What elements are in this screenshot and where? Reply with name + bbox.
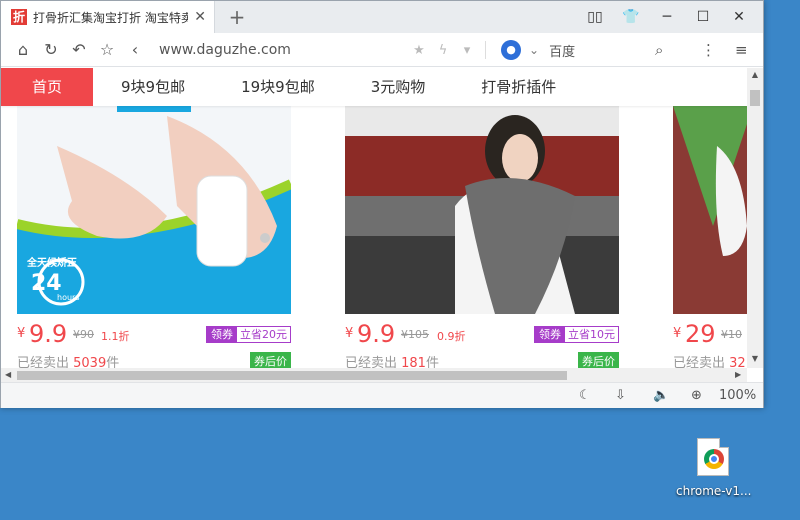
price-line: ¥ 9.9 ¥105 0.9折 领券 立省10元	[345, 320, 619, 348]
image-text-line1: 全天候矫正	[26, 256, 77, 269]
product-card[interactable]: ¥ 9.9 ¥105 0.9折 领券 立省10元 已经卖出 181件 券后价	[345, 106, 619, 368]
currency-symbol: ¥	[17, 326, 26, 341]
horizontal-scrollbar[interactable]: ◀ ▶	[1, 368, 747, 382]
more-options-icon[interactable]: ⋮	[701, 33, 716, 67]
file-document-icon	[697, 438, 729, 476]
search-engine-selector[interactable]: ● ⌄ 百度	[501, 33, 575, 67]
browser-window: 折 打骨折汇集淘宝打折 淘宝特卖 ✕ + ▯▯ 👕 ─ ☐ ✕ ⌂ ↻ ↶ ☆ …	[0, 0, 764, 408]
search-engine-name: 百度	[549, 44, 576, 60]
zoom-icon[interactable]: ⊕	[691, 383, 702, 409]
coupon-value: 立省10元	[568, 328, 615, 341]
favorite-star-icon[interactable]: ☆	[93, 40, 121, 59]
coupon-value: 立省20元	[240, 328, 287, 341]
tab-list-icon[interactable]: ▯▯	[577, 9, 613, 25]
product-image[interactable]	[345, 106, 619, 314]
hamburger-menu-icon[interactable]: ≡	[735, 33, 748, 67]
zoom-level[interactable]: 100%	[719, 383, 756, 409]
coupon-badge[interactable]: 领券 立省20元	[206, 326, 291, 343]
sold-prefix: 已经卖出	[345, 356, 402, 368]
sold-count: 32	[729, 356, 746, 368]
site-nav: 首页 9块9包邮 19块9包邮 3元购物 打骨折插件	[1, 68, 747, 106]
back-icon[interactable]: ‹	[121, 40, 149, 59]
discount-rate: 1.1折	[101, 330, 130, 343]
title-bar: 折 打骨折汇集淘宝打折 淘宝特卖 ✕ + ▯▯ 👕 ─ ☐ ✕	[1, 1, 763, 33]
tab-close-icon[interactable]: ✕	[194, 9, 206, 25]
sold-count: 181	[401, 356, 426, 368]
sold-prefix: 已经卖出	[17, 356, 74, 368]
sold-line: 已经卖出 5039件 券后价	[17, 352, 291, 368]
baidu-paw-icon: ●	[501, 40, 521, 60]
skin-shirt-icon[interactable]: 👕	[613, 9, 649, 25]
lightning-icon[interactable]: ϟ	[431, 43, 455, 58]
nav-item-9-9[interactable]: 9块9包邮	[93, 68, 213, 106]
product-card[interactable]: 全天候矫正 24 hours ¥ 9.9 ¥90 1.1折 领券 立省20元 已…	[17, 106, 291, 368]
price-line: ¥ 29 ¥10	[673, 320, 747, 348]
desktop-file-icon[interactable]: chrome-v1...	[676, 438, 752, 498]
address-bar[interactable]: www.daguzhe.com	[159, 42, 359, 58]
night-mode-icon[interactable]: ☾	[579, 383, 591, 409]
scroll-right-icon[interactable]: ▶	[735, 368, 741, 382]
chrome-icon	[704, 449, 724, 469]
window-controls: ▯▯ 👕 ─ ☐ ✕	[577, 1, 757, 33]
file-fold-corner	[719, 438, 729, 448]
scroll-up-icon[interactable]: ▲	[747, 70, 763, 79]
vertical-scroll-thumb[interactable]	[750, 90, 760, 106]
sold-count: 5039	[73, 356, 107, 368]
original-price: ¥10	[721, 328, 742, 341]
status-bar: ☾ ⇩ 🔈 ⊕ 100%	[1, 382, 763, 408]
discount-rate: 0.9折	[437, 330, 466, 343]
desktop-file-label: chrome-v1...	[676, 484, 752, 498]
sold-suffix: 件	[425, 356, 439, 368]
currency-symbol: ¥	[345, 326, 354, 341]
coupon-badge[interactable]: 领券 立省10元	[534, 326, 619, 343]
dropdown-arrow-icon[interactable]: ▾	[455, 43, 479, 58]
page-viewport: 首页 9块9包邮 19块9包邮 3元购物 打骨折插件 全天候矫正 24 hour…	[1, 68, 747, 368]
sold-prefix: 已经卖出	[673, 356, 730, 368]
product-image[interactable]	[673, 106, 747, 314]
site-favicon-icon: 折	[11, 9, 27, 25]
horizontal-scroll-thumb[interactable]	[17, 371, 567, 380]
after-coupon-badge: 券后价	[250, 352, 291, 368]
new-tab-button[interactable]: +	[225, 5, 249, 29]
toolbar-divider	[485, 41, 486, 59]
download-icon[interactable]: ⇩	[615, 383, 626, 409]
after-coupon-badge: 券后价	[578, 352, 619, 368]
address-toolbar: ⌂ ↻ ↶ ☆ ‹ www.daguzhe.com ★ ϟ ▾ ● ⌄ 百度 ⌕…	[1, 33, 763, 67]
volume-icon[interactable]: 🔈	[653, 383, 669, 409]
product-image[interactable]: 全天候矫正 24 hours	[17, 106, 291, 314]
current-price: 9.9	[357, 320, 396, 348]
coupon-label: 领券	[535, 327, 565, 342]
chevron-down-icon: ⌄	[529, 43, 540, 57]
scroll-down-icon[interactable]: ▼	[747, 354, 763, 363]
original-price: ¥105	[401, 328, 429, 341]
sold-line: 已经卖出 32	[673, 352, 747, 368]
bookmark-star-icon[interactable]: ★	[407, 43, 431, 58]
minimize-icon[interactable]: ─	[649, 9, 685, 25]
product-card[interactable]: ¥ 29 ¥10 已经卖出 32	[673, 106, 747, 368]
current-price: 9.9	[29, 320, 68, 348]
tab-title: 打骨折汇集淘宝打折 淘宝特卖	[33, 10, 189, 25]
sold-suffix: 件	[106, 356, 120, 368]
undo-icon[interactable]: ↶	[65, 40, 93, 59]
image-text-line3: hours	[57, 293, 80, 302]
nav-item-3-yuan[interactable]: 3元购物	[343, 68, 454, 106]
close-window-icon[interactable]: ✕	[721, 9, 757, 25]
scroll-left-icon[interactable]: ◀	[5, 368, 11, 382]
coupon-label: 领券	[207, 327, 237, 342]
original-price: ¥90	[73, 328, 94, 341]
nav-item-plugin[interactable]: 打骨折插件	[453, 68, 584, 106]
home-icon[interactable]: ⌂	[9, 40, 37, 59]
active-tab[interactable]: 折 打骨折汇集淘宝打折 淘宝特卖 ✕	[1, 1, 215, 33]
current-price: 29	[685, 320, 716, 348]
vertical-scrollbar[interactable]: ▲ ▼	[747, 68, 763, 368]
reload-icon[interactable]: ↻	[37, 40, 65, 59]
price-line: ¥ 9.9 ¥90 1.1折 领券 立省20元	[17, 320, 291, 348]
address-actions: ★ ϟ ▾	[407, 33, 479, 67]
currency-symbol: ¥	[673, 326, 682, 341]
search-icon[interactable]: ⌕	[655, 33, 663, 67]
nav-item-home[interactable]: 首页	[1, 68, 93, 106]
maximize-icon[interactable]: ☐	[685, 9, 721, 25]
nav-item-19-9[interactable]: 19块9包邮	[213, 68, 343, 106]
sold-line: 已经卖出 181件 券后价	[345, 352, 619, 368]
